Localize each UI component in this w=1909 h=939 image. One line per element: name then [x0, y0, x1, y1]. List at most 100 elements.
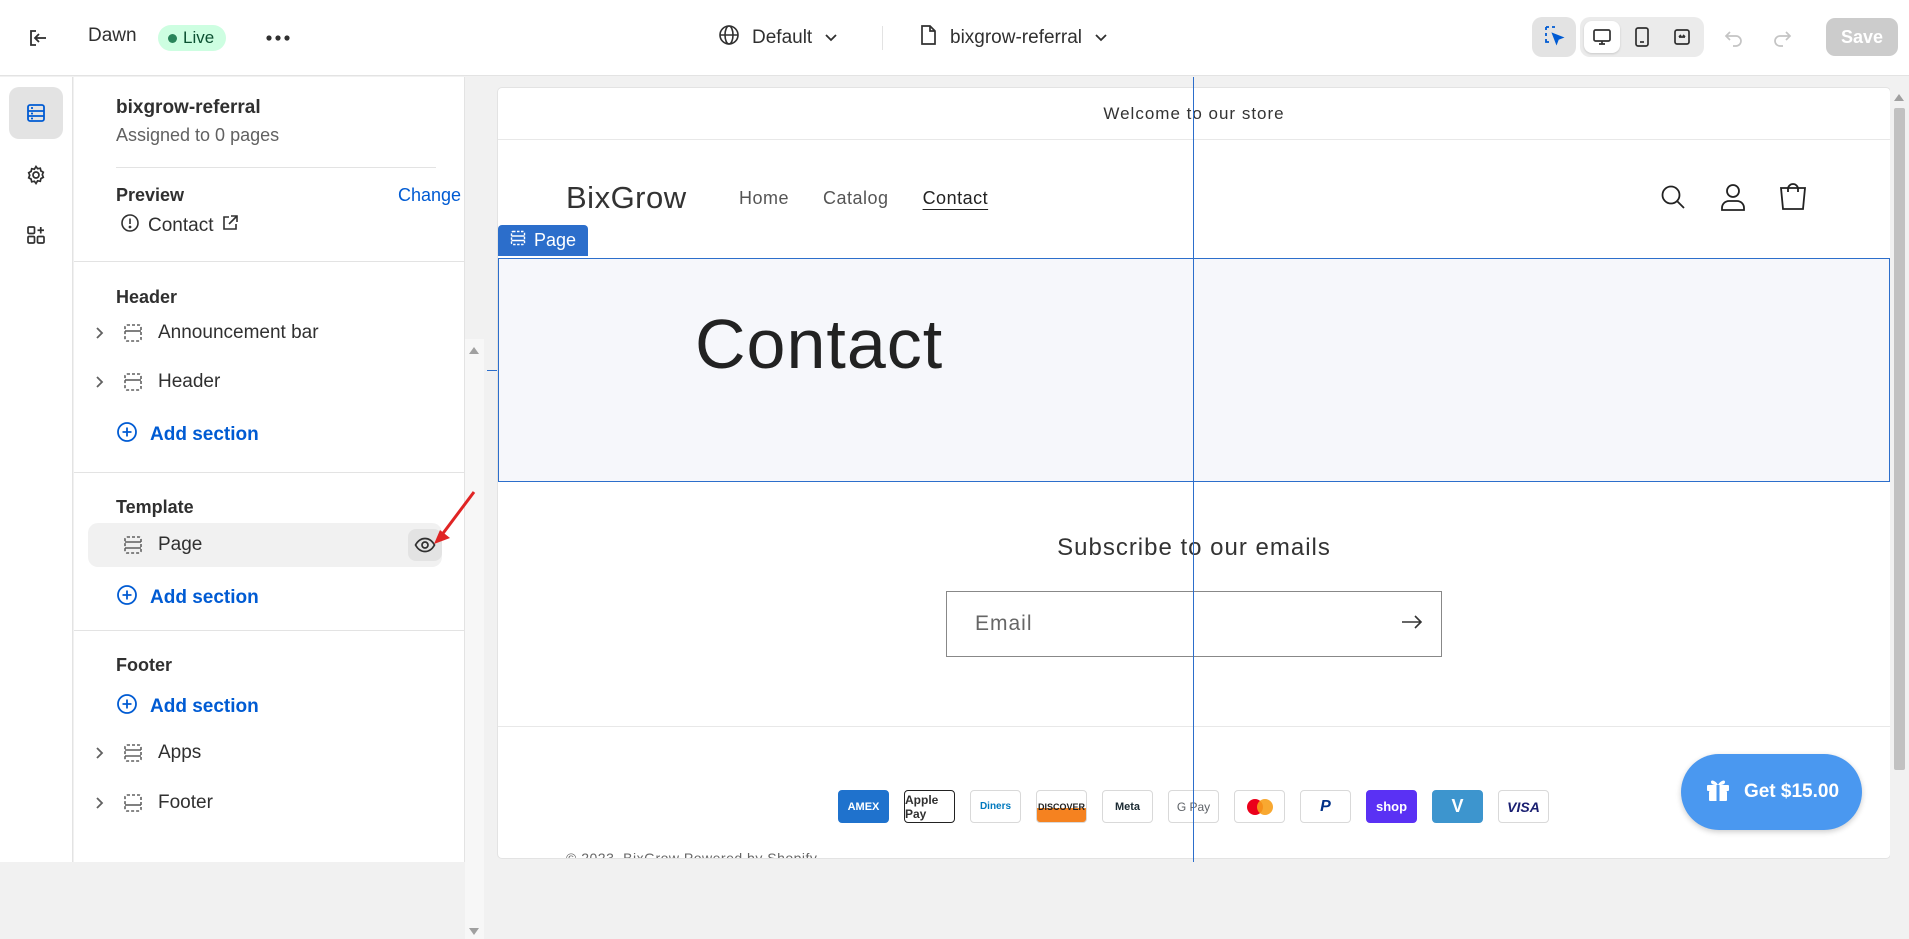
- preview-page-label: Contact: [148, 215, 214, 236]
- template-label: bixgrow-referral: [950, 27, 1082, 48]
- venmo-icon: V: [1432, 790, 1483, 823]
- scroll-up-icon[interactable]: [1894, 94, 1904, 101]
- more-actions-icon[interactable]: [262, 24, 294, 52]
- header-icons: [1656, 180, 1810, 214]
- get-reward-button[interactable]: Get $15.00: [1681, 754, 1862, 830]
- topbar-divider: [882, 26, 883, 50]
- email-field[interactable]: Email: [946, 591, 1442, 657]
- page-section-selected[interactable]: Contact: [498, 258, 1890, 482]
- email-placeholder: Email: [975, 612, 1033, 635]
- undo-icon[interactable]: [1720, 24, 1748, 52]
- annotation-arrow-icon: [434, 491, 476, 544]
- scroll-up-icon[interactable]: [469, 347, 479, 354]
- left-rail: [0, 77, 73, 862]
- add-section-button[interactable]: Add section: [116, 419, 259, 451]
- chevron-right-icon[interactable]: [88, 796, 112, 810]
- section-layout-icon: [116, 793, 150, 813]
- panel-divider: [116, 167, 436, 168]
- plus-circle-icon: [116, 584, 138, 612]
- arrow-right-icon[interactable]: [1401, 612, 1423, 636]
- apps-icon[interactable]: [9, 209, 63, 261]
- cart-icon[interactable]: [1776, 180, 1810, 214]
- discover-icon: DISCOVER: [1036, 790, 1087, 823]
- locale-selector[interactable]: Default: [718, 22, 838, 54]
- template-selector[interactable]: bixgrow-referral: [918, 22, 1108, 54]
- section-announcement-bar[interactable]: Announcement bar: [88, 311, 442, 355]
- alignment-guide-tick: [487, 370, 497, 371]
- visa-icon: VISA: [1498, 790, 1549, 823]
- change-preview-link[interactable]: Change: [398, 185, 461, 206]
- section-apps[interactable]: Apps: [88, 731, 442, 775]
- section-footer[interactable]: Footer: [88, 781, 442, 825]
- account-icon[interactable]: [1716, 180, 1750, 214]
- scroll-thumb[interactable]: [1894, 108, 1905, 770]
- gift-icon: [1704, 775, 1732, 809]
- desktop-view-icon[interactable]: [1584, 21, 1620, 53]
- globe-icon: [718, 24, 740, 52]
- sections-icon[interactable]: [9, 87, 63, 139]
- panel-divider: [74, 261, 465, 262]
- paypal-icon: P: [1300, 790, 1351, 823]
- locale-label: Default: [752, 27, 813, 48]
- section-label: Footer: [158, 792, 213, 813]
- section-layout-icon: [116, 743, 150, 763]
- sections-panel: bixgrow-referral Assigned to 0 pages Pre…: [74, 77, 484, 939]
- add-section-label: Add section: [150, 424, 259, 445]
- redo-icon[interactable]: [1768, 24, 1796, 52]
- page-section-tag[interactable]: Page: [498, 225, 589, 256]
- section-label: Page: [158, 534, 203, 555]
- preview-scrollbar[interactable]: [1890, 88, 1909, 858]
- section-layout-icon: [116, 535, 150, 555]
- live-status-badge: Live: [158, 25, 227, 51]
- diners-icon: Diners: [970, 790, 1021, 823]
- footer-group-label: Footer: [116, 655, 172, 675]
- live-label: Live: [183, 28, 215, 47]
- add-section-label: Add section: [150, 696, 259, 717]
- section-header[interactable]: Header: [88, 360, 442, 404]
- external-link-icon: [221, 214, 239, 238]
- inspector-toggle[interactable]: [1532, 17, 1576, 57]
- preview-page-link[interactable]: Contact: [120, 213, 239, 239]
- plus-circle-icon: [116, 421, 138, 449]
- shop-pay-icon: shop: [1366, 790, 1417, 823]
- group-divider: [74, 472, 465, 473]
- section-label: Header: [158, 371, 221, 392]
- section-label: Apps: [158, 742, 202, 763]
- add-section-button[interactable]: Add section: [116, 691, 259, 723]
- header-group-label: Header: [116, 287, 178, 307]
- announcement-bar[interactable]: Welcome to our store: [498, 88, 1890, 140]
- nav-link-contact[interactable]: Contact: [923, 188, 989, 209]
- chevron-down-icon: [824, 27, 838, 49]
- meta-pay-icon: Meta: [1102, 790, 1153, 823]
- chevron-right-icon[interactable]: [88, 375, 112, 389]
- exit-icon[interactable]: [24, 24, 52, 52]
- group-divider: [74, 630, 465, 631]
- preview-label: Preview: [116, 185, 185, 205]
- scroll-down-icon[interactable]: [469, 928, 479, 935]
- editor-topbar: Dawn Live Default bixgrow-referral Save: [0, 0, 1909, 76]
- fullscreen-view-icon[interactable]: [1664, 21, 1700, 53]
- mobile-view-icon[interactable]: [1624, 21, 1660, 53]
- panel-scrollbar[interactable]: [465, 339, 484, 939]
- section-page[interactable]: Page: [88, 523, 442, 567]
- chevron-right-icon[interactable]: [88, 746, 112, 760]
- mastercard-icon: [1234, 790, 1285, 823]
- add-section-label: Add section: [150, 587, 259, 608]
- select-cursor-icon: [1543, 24, 1565, 51]
- chevron-right-icon[interactable]: [88, 326, 112, 340]
- store-logo[interactable]: BixGrow: [566, 180, 687, 216]
- save-button[interactable]: Save: [1826, 18, 1898, 56]
- nav-link-catalog[interactable]: Catalog: [823, 188, 889, 209]
- footer-divider: [498, 726, 1890, 727]
- theme-name: Dawn: [88, 25, 137, 46]
- info-icon: [120, 213, 140, 239]
- template-title: bixgrow-referral: [116, 97, 261, 118]
- nav-link-home[interactable]: Home: [739, 188, 789, 209]
- gear-icon[interactable]: [9, 149, 63, 201]
- section-layout-icon: [510, 230, 526, 251]
- search-icon[interactable]: [1656, 180, 1690, 214]
- add-section-button[interactable]: Add section: [116, 582, 259, 614]
- template-group-label: Template: [116, 497, 194, 517]
- section-layout-icon: [116, 323, 150, 343]
- file-icon: [918, 24, 938, 52]
